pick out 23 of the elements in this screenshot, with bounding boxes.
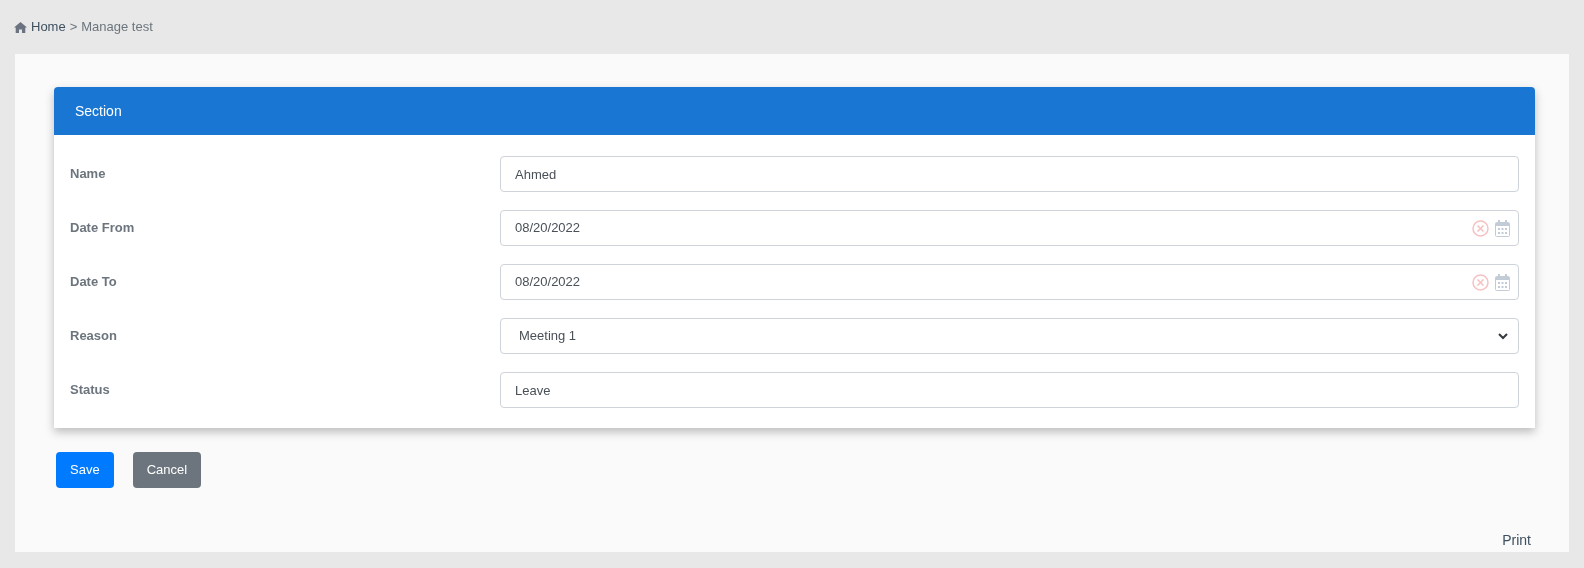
reason-dropdown[interactable]: Meeting 1: [500, 318, 1519, 354]
clear-icon[interactable]: [1472, 219, 1489, 237]
text-field[interactable]: Leave: [500, 372, 1519, 408]
date-field[interactable]: 08/20/2022: [500, 210, 1519, 246]
home-icon: [14, 21, 27, 33]
text-field[interactable]: Ahmed: [500, 156, 1519, 192]
cancel-button[interactable]: Cancel: [132, 452, 202, 488]
field-label: Date From: [70, 219, 136, 238]
field-label: Reason: [70, 327, 118, 346]
calendar-icon[interactable]: [1495, 273, 1510, 291]
clear-icon[interactable]: [1472, 273, 1489, 291]
breadcrumb-separator: >: [69, 18, 78, 37]
print-link[interactable]: Print: [1502, 530, 1531, 551]
home-link[interactable]: Home: [14, 17, 66, 37]
date-field[interactable]: 08/20/2022: [500, 264, 1519, 300]
save-button[interactable]: Save: [56, 452, 114, 488]
field-label: Date To: [70, 273, 118, 292]
breadcrumb-current: Manage test: [81, 18, 153, 37]
field-label: Status: [70, 381, 111, 400]
chevron-down-icon: [1498, 332, 1508, 340]
field-label: Name: [70, 165, 107, 184]
calendar-icon[interactable]: [1495, 219, 1510, 237]
section-title: Section: [75, 101, 122, 121]
